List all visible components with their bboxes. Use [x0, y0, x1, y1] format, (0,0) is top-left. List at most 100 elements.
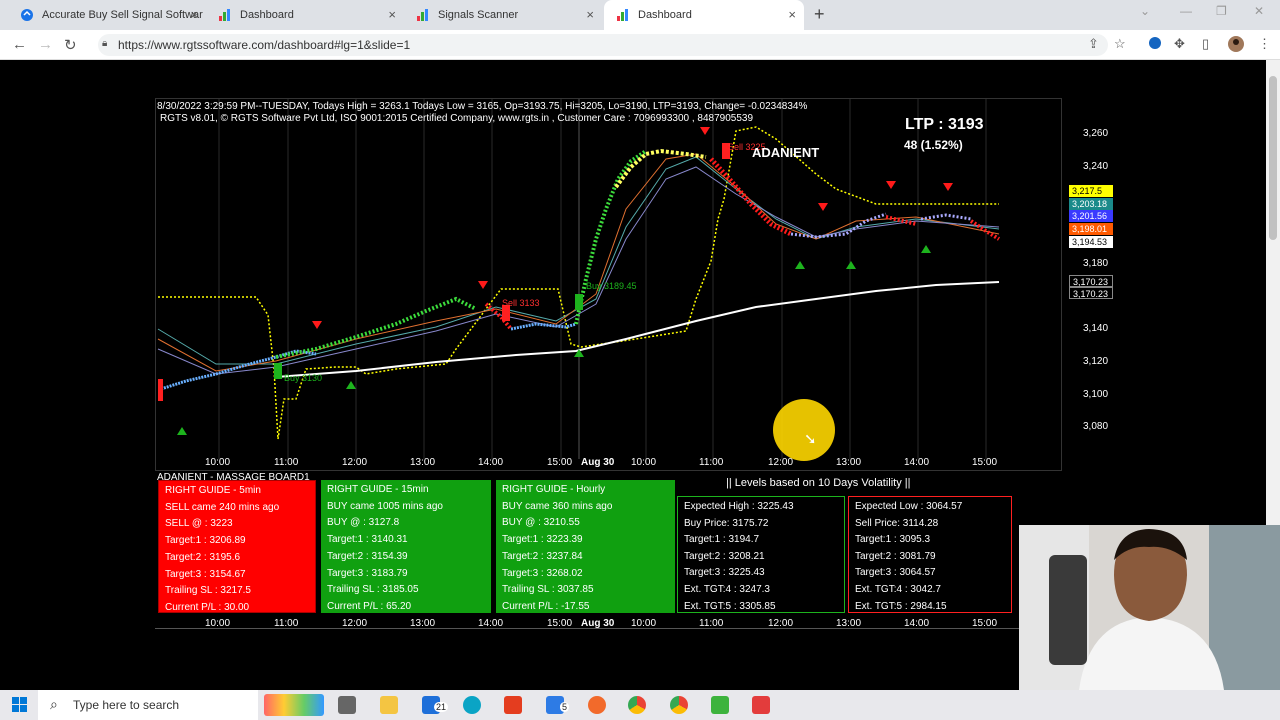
x-tick: 14:00 — [478, 457, 504, 468]
panel-row: Target:3 : 3064.57 — [855, 567, 936, 579]
tab-dashboard-1[interactable]: Dashboard × — [206, 0, 404, 30]
lock-icon[interactable]: 🔒︎ — [102, 38, 107, 49]
bookmark-star-icon[interactable]: ☆ — [1114, 36, 1126, 52]
y-level-box: 3,201.56 — [1069, 210, 1113, 222]
y-tick: 3,240 — [1083, 161, 1109, 172]
y-level-box: 3,203.18 — [1069, 198, 1113, 210]
forward-icon[interactable]: → — [38, 36, 53, 53]
x-tick: 10:00 — [631, 457, 657, 468]
tab-close-icon[interactable]: × — [788, 8, 796, 21]
tab-close-icon[interactable]: × — [388, 8, 396, 21]
office-icon[interactable] — [504, 696, 522, 714]
extension-blue-icon[interactable] — [1148, 36, 1162, 50]
panel-row: Target:1 : 3095.3 — [855, 534, 931, 546]
panel-row: Trailing SL : 3185.05 — [327, 584, 419, 596]
rgts-favicon-icon — [20, 8, 34, 22]
tab-label: Signals Scanner — [438, 9, 519, 21]
tab-dashboard-active[interactable]: Dashboard × — [604, 0, 804, 30]
panel-row: Target:1 : 3206.89 — [165, 535, 246, 547]
tab-accurate-signal[interactable]: Accurate Buy Sell Signal Softwar × — [8, 0, 206, 30]
y-level-box: 3,217.5 — [1069, 185, 1113, 197]
menu-kebab-icon[interactable]: ⋮ — [1258, 36, 1271, 52]
task-view-icon[interactable] — [338, 696, 356, 714]
y-tick: 3,120 — [1083, 356, 1109, 367]
close-window-icon[interactable]: ✕ — [1254, 4, 1264, 18]
tab-close-icon[interactable]: × — [586, 8, 594, 21]
panel-row: BUY came 1005 mins ago — [327, 500, 443, 512]
sidebar-icon[interactable]: ▯ — [1202, 36, 1209, 52]
search-placeholder: Type here to search — [73, 698, 180, 712]
panel-row: SELL came 240 mins ago — [165, 501, 280, 513]
symbol-label: ADANIENT — [752, 145, 820, 160]
y-level-box: 3,170.23 — [1069, 275, 1113, 287]
chart-favicon-icon — [416, 8, 430, 22]
tab-label: Accurate Buy Sell Signal Softwar — [42, 9, 203, 21]
ltp-label: LTP : 3193 — [905, 116, 984, 133]
expected-high-panel: Expected High : 3225.43 Buy Price: 3175.… — [677, 496, 845, 613]
y-level-box: 3,194.53 — [1069, 236, 1113, 248]
panel-row: Trailing SL : 3217.5 — [165, 585, 251, 597]
url-field[interactable]: https://www.rgtssoftware.com/dashboard#l… — [98, 34, 1108, 56]
buy-signal-label-2: Buy 3130 — [284, 373, 323, 383]
x-tick: 12:00 — [342, 457, 368, 468]
buy-signal-label-1: Buy 3189.45 — [586, 281, 637, 291]
sell-signal-label-2: Sell 3133 — [502, 298, 540, 308]
panel-row: BUY came 360 mins ago — [502, 500, 613, 512]
windows-taskbar: ⌕ Type here to search 21 5 — [0, 690, 1280, 720]
panel-title: RIGHT GUIDE - Hourly — [502, 484, 606, 495]
camtasia-red-icon[interactable] — [752, 696, 770, 714]
edge-icon[interactable] — [463, 696, 481, 714]
new-tab-icon[interactable]: + — [814, 4, 825, 25]
panel-row: Ext. TGT:4 : 3247.3 — [684, 583, 770, 595]
reload-icon[interactable]: ↻ — [64, 36, 77, 54]
x-tick: 15:00 — [547, 457, 573, 468]
panel-row: Ext. TGT:5 : 3305.85 — [684, 600, 776, 612]
scrollbar-thumb[interactable] — [1269, 76, 1277, 240]
guide-5min-panel: RIGHT GUIDE - 5min SELL came 240 mins ag… — [158, 480, 316, 613]
expected-low-panel: Expected Low : 3064.57 Sell Price: 3114.… — [848, 496, 1012, 613]
taskbar-badge-5: 5 — [560, 702, 570, 712]
guide-hourly-panel: RIGHT GUIDE - Hourly BUY came 360 mins a… — [496, 480, 675, 613]
chart-header-company: RGTS v8.01, © RGTS Software Pvt Ltd, ISO… — [160, 113, 754, 124]
x-tick: 11:00 — [699, 457, 724, 468]
panel-row: Ext. TGT:4 : 3042.7 — [855, 583, 941, 595]
pen-app-icon[interactable] — [588, 696, 606, 714]
y-tick: 3,080 — [1083, 421, 1109, 432]
chart-header-stats: 8/30/2022 3:29:59 PM--TUESDAY, Todays Hi… — [157, 101, 808, 112]
panel-row: Current P/L : -17.55 — [502, 600, 590, 612]
panel-row: Trailing SL : 3037.85 — [502, 584, 594, 596]
x-tick: Aug 30 — [581, 457, 615, 468]
camtasia-green-icon[interactable] — [711, 696, 729, 714]
extensions-puzzle-icon[interactable]: ✥ — [1174, 36, 1185, 52]
panel-row: Target:2 : 3154.39 — [327, 550, 408, 562]
profile-avatar-icon[interactable] — [1228, 36, 1244, 52]
tab-signals-scanner[interactable]: Signals Scanner × — [404, 0, 602, 30]
panel-row: Ext. TGT:5 : 2984.15 — [855, 600, 947, 612]
chrome-icon[interactable] — [628, 696, 646, 714]
maximize-icon[interactable]: ❐ — [1216, 4, 1227, 18]
panel-row: Target:1 : 3140.31 — [327, 534, 408, 546]
taskbar-search[interactable]: ⌕ Type here to search — [38, 690, 258, 720]
panel-row: SELL @ : 3223 — [165, 518, 233, 530]
panel-row: Expected Low : 3064.57 — [855, 501, 963, 512]
share-icon[interactable]: ⇪ — [1088, 36, 1099, 52]
chrome-profile-icon[interactable] — [670, 696, 688, 714]
x-tick: 14:00 — [904, 457, 930, 468]
tab-close-icon[interactable]: × — [190, 8, 198, 21]
panel-title: RIGHT GUIDE - 5min — [165, 485, 261, 496]
cortana-app-icon[interactable] — [264, 694, 324, 716]
panel-title: RIGHT GUIDE - 15min — [327, 484, 429, 495]
minimize-icon[interactable]: — — [1180, 4, 1192, 18]
file-explorer-icon[interactable] — [380, 696, 398, 714]
back-icon[interactable]: ← — [12, 36, 27, 53]
windows-start-icon[interactable] — [12, 697, 28, 713]
panel-row: Buy Price: 3175.72 — [684, 517, 769, 529]
axis-divider — [155, 628, 1021, 629]
y-level-box: 3,170.23 — [1069, 287, 1113, 299]
panel-row: Target:3 : 3225.43 — [684, 567, 765, 579]
panel-row: Current P/L : 65.20 — [327, 600, 412, 612]
y-tick: 3,260 — [1083, 128, 1109, 139]
change-label: 48 (1.52%) — [904, 138, 963, 152]
tab-search-icon[interactable]: ⌄ — [1140, 4, 1150, 18]
chart-favicon-icon — [616, 8, 630, 22]
